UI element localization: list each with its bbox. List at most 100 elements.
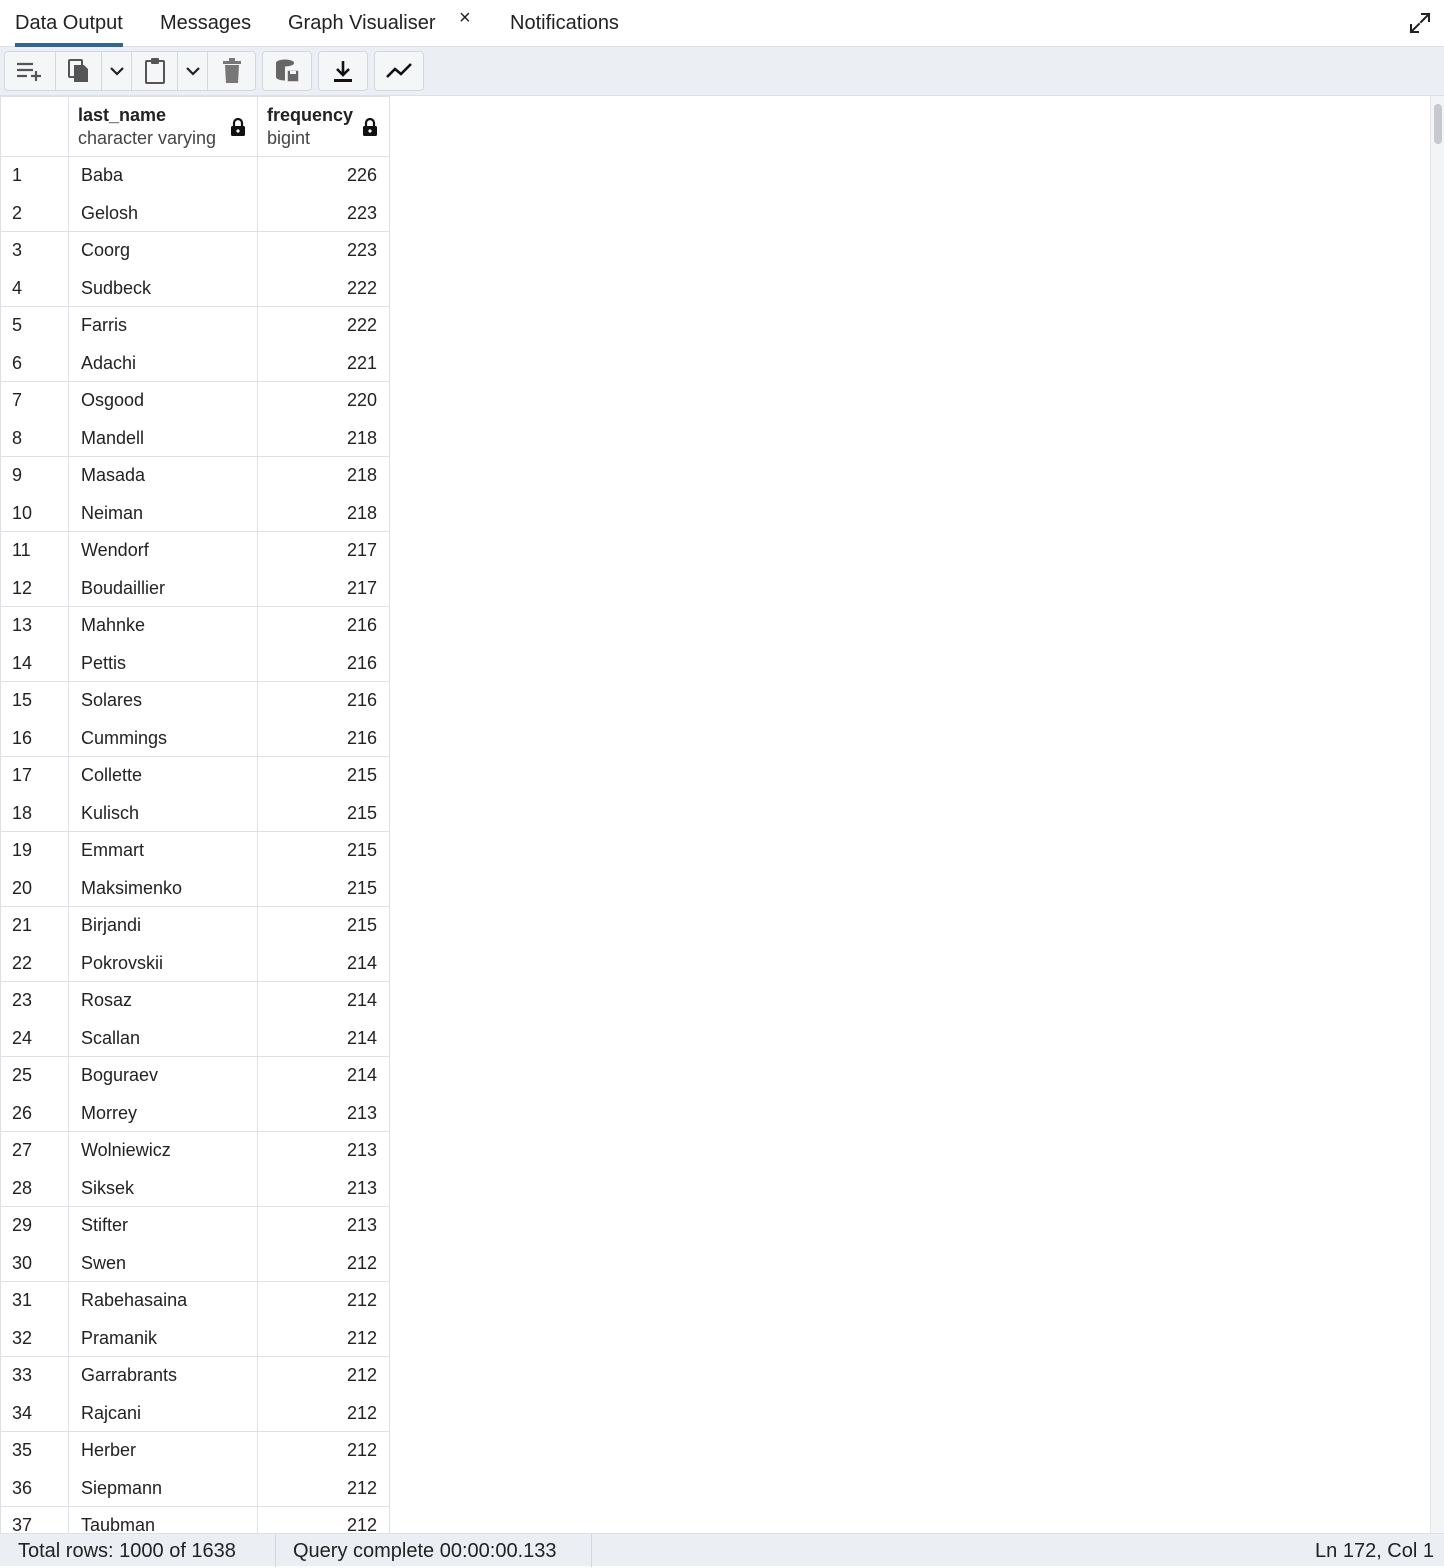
last-name-cell[interactable]: Rabehasaina [68, 1281, 258, 1319]
frequency-cell[interactable]: 214 [257, 943, 390, 982]
row-number-cell[interactable]: 4 [0, 268, 69, 307]
table-row[interactable]: 24 Scallan 214 [0, 1018, 390, 1057]
table-row[interactable]: 4 Sudbeck 222 [0, 268, 390, 307]
last-name-cell[interactable]: Herber [68, 1431, 258, 1469]
frequency-cell[interactable]: 212 [257, 1506, 390, 1533]
tab-notifications[interactable]: Notifications [510, 0, 619, 46]
frequency-cell[interactable]: 212 [257, 1281, 390, 1319]
row-number-cell[interactable]: 12 [0, 568, 69, 607]
close-icon[interactable]: × [459, 8, 471, 28]
last-name-cell[interactable]: Pramanik [68, 1318, 258, 1357]
table-row[interactable]: 20 Maksimenko 215 [0, 868, 390, 907]
frequency-cell[interactable]: 214 [257, 1018, 390, 1057]
frequency-cell[interactable]: 215 [257, 756, 390, 794]
last-name-cell[interactable]: Wendorf [68, 531, 258, 569]
table-row[interactable]: 37 Taubman 212 [0, 1506, 390, 1533]
row-number-cell[interactable]: 25 [0, 1056, 69, 1094]
table-row[interactable]: 22 Pokrovskii 214 [0, 943, 390, 982]
frequency-cell[interactable]: 213 [257, 1206, 390, 1244]
row-number-cell[interactable]: 34 [0, 1393, 69, 1432]
table-row[interactable]: 10 Neiman 218 [0, 493, 390, 532]
table-row[interactable]: 33 Garrabrants 212 [0, 1356, 390, 1394]
row-number-cell[interactable]: 14 [0, 643, 69, 682]
row-number-cell[interactable]: 5 [0, 306, 69, 344]
download-button[interactable] [319, 52, 367, 90]
last-name-cell[interactable]: Siepmann [68, 1468, 258, 1507]
table-row[interactable]: 11 Wendorf 217 [0, 531, 390, 569]
last-name-cell[interactable]: Rosaz [68, 981, 258, 1019]
tab-graph-visualiser[interactable]: Graph Visualiser [288, 0, 435, 46]
frequency-cell[interactable]: 212 [257, 1393, 390, 1432]
expand-icon[interactable] [1408, 11, 1432, 35]
frequency-cell[interactable]: 220 [257, 381, 390, 419]
row-number-cell[interactable]: 26 [0, 1093, 69, 1132]
row-number-cell[interactable]: 13 [0, 606, 69, 644]
graph-button[interactable] [375, 52, 423, 90]
row-number-cell[interactable]: 18 [0, 793, 69, 832]
table-row[interactable]: 7 Osgood 220 [0, 381, 390, 419]
column-header-last-name[interactable]: last_name character varying [68, 96, 258, 157]
frequency-cell[interactable]: 215 [257, 868, 390, 907]
row-number-cell[interactable]: 37 [0, 1506, 69, 1533]
table-row[interactable]: 13 Mahnke 216 [0, 606, 390, 644]
row-number-cell[interactable]: 28 [0, 1168, 69, 1207]
last-name-cell[interactable]: Gelosh [68, 193, 258, 232]
row-number-cell[interactable]: 1 [0, 156, 69, 194]
frequency-cell[interactable]: 215 [257, 793, 390, 832]
frequency-cell[interactable]: 216 [257, 718, 390, 757]
row-number-cell[interactable]: 36 [0, 1468, 69, 1507]
last-name-cell[interactable]: Mahnke [68, 606, 258, 644]
row-number-cell[interactable]: 35 [0, 1431, 69, 1469]
add-row-button[interactable] [5, 52, 55, 90]
frequency-cell[interactable]: 212 [257, 1318, 390, 1357]
row-number-cell[interactable]: 27 [0, 1131, 69, 1169]
frequency-cell[interactable]: 215 [257, 831, 390, 869]
table-row[interactable]: 25 Boguraev 214 [0, 1056, 390, 1094]
frequency-cell[interactable]: 218 [257, 456, 390, 494]
frequency-cell[interactable]: 222 [257, 268, 390, 307]
frequency-cell[interactable]: 217 [257, 568, 390, 607]
frequency-cell[interactable]: 213 [257, 1168, 390, 1207]
paste-options-dropdown[interactable] [177, 52, 207, 90]
last-name-cell[interactable]: Pettis [68, 643, 258, 682]
frequency-cell[interactable]: 212 [257, 1468, 390, 1507]
last-name-cell[interactable]: Scallan [68, 1018, 258, 1057]
frequency-cell[interactable]: 213 [257, 1093, 390, 1132]
frequency-cell[interactable]: 216 [257, 681, 390, 719]
last-name-cell[interactable]: Rajcani [68, 1393, 258, 1432]
last-name-cell[interactable]: Emmart [68, 831, 258, 869]
row-number-cell[interactable]: 9 [0, 456, 69, 494]
last-name-cell[interactable]: Collette [68, 756, 258, 794]
delete-button[interactable] [207, 52, 255, 90]
frequency-cell[interactable]: 221 [257, 343, 390, 382]
last-name-cell[interactable]: Sudbeck [68, 268, 258, 307]
paste-button[interactable] [131, 52, 177, 90]
table-row[interactable]: 18 Kulisch 215 [0, 793, 390, 832]
frequency-cell[interactable]: 217 [257, 531, 390, 569]
table-row[interactable]: 17 Collette 215 [0, 756, 390, 794]
row-number-cell[interactable]: 3 [0, 231, 69, 269]
copy-button[interactable] [55, 52, 101, 90]
frequency-cell[interactable]: 212 [257, 1356, 390, 1394]
table-row[interactable]: 29 Stifter 213 [0, 1206, 390, 1244]
frequency-cell[interactable]: 214 [257, 981, 390, 1019]
last-name-cell[interactable]: Masada [68, 456, 258, 494]
last-name-cell[interactable]: Swen [68, 1243, 258, 1282]
last-name-cell[interactable]: Neiman [68, 493, 258, 532]
row-number-cell[interactable]: 32 [0, 1318, 69, 1357]
table-row[interactable]: 8 Mandell 218 [0, 418, 390, 457]
table-row[interactable]: 1 Baba 226 [0, 156, 390, 194]
copy-options-dropdown[interactable] [101, 52, 131, 90]
last-name-cell[interactable]: Coorg [68, 231, 258, 269]
frequency-cell[interactable]: 226 [257, 156, 390, 194]
last-name-cell[interactable]: Taubman [68, 1506, 258, 1533]
row-number-cell[interactable]: 20 [0, 868, 69, 907]
row-number-cell[interactable]: 22 [0, 943, 69, 982]
table-row[interactable]: 27 Wolniewicz 213 [0, 1131, 390, 1169]
last-name-cell[interactable]: Morrey [68, 1093, 258, 1132]
frequency-cell[interactable]: 222 [257, 306, 390, 344]
table-row[interactable]: 35 Herber 212 [0, 1431, 390, 1469]
table-row[interactable]: 15 Solares 216 [0, 681, 390, 719]
frequency-cell[interactable]: 223 [257, 231, 390, 269]
last-name-cell[interactable]: Cummings [68, 718, 258, 757]
